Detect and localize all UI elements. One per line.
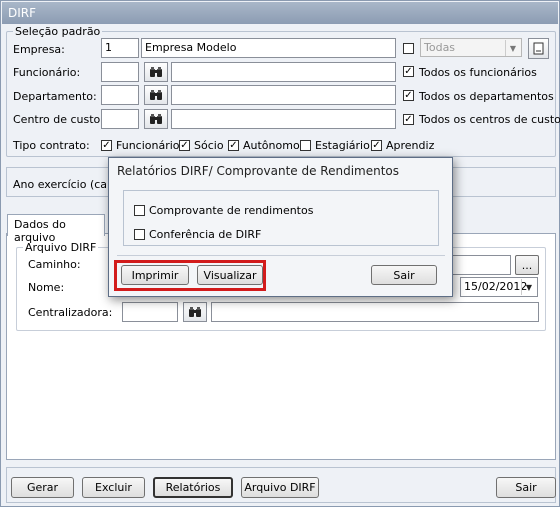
tipo-contrato-label: Tipo contrato: [13, 139, 90, 152]
binoculars-icon [150, 89, 162, 100]
tipo-autonomo-checkbox[interactable]: ✓ [228, 140, 239, 151]
todos-departamentos-label: Todos os departamentos [419, 90, 554, 103]
departamento-search-button[interactable] [144, 85, 168, 105]
browse-button[interactable]: ... [515, 255, 539, 275]
centro-custo-label: Centro de custo: [13, 113, 104, 126]
todos-funcionarios-checkbox[interactable]: ✓ [403, 66, 414, 77]
tipo-socio-label: Sócio [194, 139, 224, 152]
centralizadora-search-button[interactable] [183, 302, 207, 322]
nome-label: Nome: [28, 281, 65, 294]
selecao-padrao-legend: Seleção padrão [15, 25, 101, 38]
highlight-box [114, 260, 266, 291]
gerar-button[interactable]: Gerar [11, 477, 74, 498]
centralizadora-label: Centralizadora: [28, 306, 113, 319]
funcionario-label: Funcionário: [13, 66, 81, 79]
binoculars-icon [189, 306, 201, 317]
comprovante-label: Comprovante de rendimentos [149, 204, 314, 217]
conferencia-checkbox[interactable] [134, 229, 145, 240]
empresa-label: Empresa: [13, 43, 65, 56]
departamento-name-input[interactable] [171, 85, 396, 105]
sair-button[interactable]: Sair [496, 477, 556, 498]
todos-centros-label: Todos os centros de custo [419, 113, 560, 126]
window-title: DIRF [2, 2, 558, 24]
tipo-aprendiz-label: Aprendiz [386, 139, 435, 152]
dialog-title: Relatórios DIRF/ Comprovante de Rendimen… [117, 164, 399, 178]
centro-custo-name-input[interactable] [171, 109, 396, 129]
tipo-funcionario-label: Funcionário [116, 139, 180, 152]
empresa-name-input[interactable]: Empresa Modelo [141, 38, 396, 58]
ano-exercicio-label: Ano exercício (cale [13, 178, 117, 191]
todos-centros-checkbox[interactable]: ✓ [403, 114, 414, 125]
chevron-down-icon[interactable]: ▼ [521, 279, 536, 295]
empresa-combo-value: Todas [424, 41, 456, 54]
relatorios-button[interactable]: Relatórios [153, 477, 233, 498]
dirf-window: DIRF Seleção padrão Empresa: 1 Empresa M… [0, 0, 560, 507]
tipo-estagiario-label: Estagiário [315, 139, 370, 152]
tipo-autonomo-label: Autônomo [243, 139, 300, 152]
report-options-button[interactable] [528, 38, 549, 59]
date-input[interactable]: 15/02/2012 ▼ [460, 277, 538, 297]
centro-custo-search-button[interactable] [144, 109, 168, 129]
arquivo-dirf-legend: Arquivo DIRF [25, 241, 97, 254]
document-icon [533, 42, 544, 55]
funcionario-name-input[interactable] [171, 62, 396, 82]
dialog-separator [117, 255, 445, 256]
todos-funcionarios-label: Todos os funcionários [419, 66, 537, 79]
dialog-options-group: Comprovante de rendimentos Conferência d… [123, 190, 439, 246]
centro-custo-code-input[interactable] [101, 109, 139, 129]
centralizadora-name-input[interactable] [211, 302, 539, 322]
todas-empresas-checkbox[interactable] [403, 43, 414, 54]
tipo-socio-checkbox[interactable]: ✓ [179, 140, 190, 151]
funcionario-code-input[interactable] [101, 62, 139, 82]
binoculars-icon [150, 66, 162, 77]
tipo-estagiario-checkbox[interactable] [300, 140, 311, 151]
excluir-button[interactable]: Excluir [82, 477, 145, 498]
tipo-funcionario-checkbox[interactable]: ✓ [101, 140, 112, 151]
comprovante-checkbox[interactable] [134, 205, 145, 216]
chevron-down-icon: ▼ [505, 40, 520, 56]
conferencia-label: Conferência de DIRF [149, 228, 262, 241]
tab-dados-arquivo[interactable]: Dados do arquivo [7, 214, 105, 244]
date-value: 15/02/2012 [464, 280, 528, 293]
empresa-code-input[interactable]: 1 [101, 38, 139, 58]
departamento-label: Departamento: [13, 90, 97, 103]
todos-departamentos-checkbox[interactable]: ✓ [403, 90, 414, 101]
tipo-aprendiz-checkbox[interactable]: ✓ [371, 140, 382, 151]
centralizadora-code-input[interactable] [122, 302, 178, 322]
departamento-code-input[interactable] [101, 85, 139, 105]
empresa-combo[interactable]: Todas ▼ [420, 38, 522, 57]
binoculars-icon [150, 113, 162, 124]
funcionario-search-button[interactable] [144, 62, 168, 82]
dialog-sair-button[interactable]: Sair [371, 265, 437, 285]
caminho-label: Caminho: [28, 258, 81, 271]
arquivo-dirf-button[interactable]: Arquivo DIRF [241, 477, 319, 498]
